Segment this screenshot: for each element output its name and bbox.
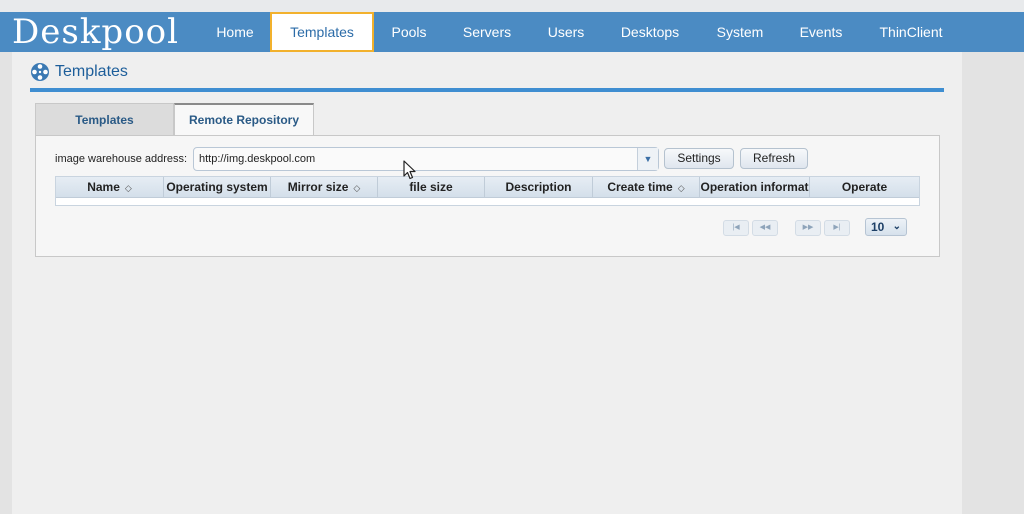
nav-home[interactable]: Home bbox=[200, 12, 270, 52]
address-combobox[interactable]: ▼ bbox=[193, 147, 659, 171]
page-title-text: Templates bbox=[55, 63, 128, 80]
nav-users[interactable]: Users bbox=[534, 12, 598, 52]
main-content: Templates Templates Remote Repository im… bbox=[12, 52, 962, 514]
column-header-operation-information[interactable]: Operation informat bbox=[700, 177, 810, 197]
page-title: Templates bbox=[30, 60, 128, 84]
sort-icon[interactable]: ◇ bbox=[353, 183, 360, 193]
top-navbar: Deskpool Home Templates Pools Servers Us… bbox=[0, 12, 1024, 52]
column-header-operate[interactable]: Operate bbox=[810, 177, 919, 197]
column-header-description[interactable]: Description bbox=[485, 177, 593, 197]
tab-templates[interactable]: Templates bbox=[35, 103, 174, 136]
column-header-name[interactable]: Name ◇ bbox=[56, 177, 164, 197]
nav-servers[interactable]: Servers bbox=[450, 12, 524, 52]
nav-thinclient[interactable]: ThinClient bbox=[868, 12, 954, 52]
last-page-button[interactable]: ▶| bbox=[824, 220, 850, 236]
app-logo: Deskpool bbox=[12, 12, 180, 52]
settings-button[interactable]: Settings bbox=[664, 148, 734, 169]
browser-top-strip bbox=[0, 0, 1024, 12]
mouse-cursor-icon bbox=[403, 160, 416, 180]
nav-desktops[interactable]: Desktops bbox=[612, 12, 688, 52]
column-header-mirror-size[interactable]: Mirror size ◇ bbox=[271, 177, 378, 197]
grid-header: Name ◇ Operating system Mirror size ◇ file… bbox=[56, 177, 919, 198]
templates-grid: Name ◇ Operating system Mirror size ◇ file… bbox=[55, 176, 920, 206]
title-divider bbox=[30, 88, 944, 92]
sort-icon[interactable]: ◇ bbox=[678, 183, 685, 193]
film-reel-icon bbox=[31, 63, 49, 81]
repository-panel: image warehouse address: ▼ Settings Refr… bbox=[35, 135, 940, 257]
column-header-operating-system[interactable]: Operating system bbox=[164, 177, 271, 197]
refresh-button[interactable]: Refresh bbox=[740, 148, 808, 169]
nav-pools[interactable]: Pools bbox=[376, 12, 442, 52]
page-gutter bbox=[962, 52, 1024, 514]
nav-templates[interactable]: Templates bbox=[270, 12, 374, 52]
column-header-file-size[interactable]: file size bbox=[378, 177, 485, 197]
first-page-button[interactable]: |◀ bbox=[723, 220, 749, 236]
nav-events[interactable]: Events bbox=[788, 12, 854, 52]
next-page-button[interactable]: ▶▶ bbox=[795, 220, 821, 236]
sort-icon[interactable]: ◇ bbox=[125, 183, 132, 193]
prev-page-button[interactable]: ◀◀ bbox=[752, 220, 778, 236]
page-size-select[interactable]: 10 ⌄ bbox=[865, 218, 907, 236]
page-size-value: 10 bbox=[871, 220, 885, 234]
chevron-down-icon: ⌄ bbox=[892, 221, 901, 232]
address-label: image warehouse address: bbox=[55, 153, 188, 165]
column-header-create-time[interactable]: Create time ◇ bbox=[593, 177, 700, 197]
tab-remote-repository[interactable]: Remote Repository bbox=[174, 103, 314, 136]
chevron-down-icon[interactable]: ▼ bbox=[637, 148, 658, 170]
nav-system[interactable]: System bbox=[704, 12, 776, 52]
